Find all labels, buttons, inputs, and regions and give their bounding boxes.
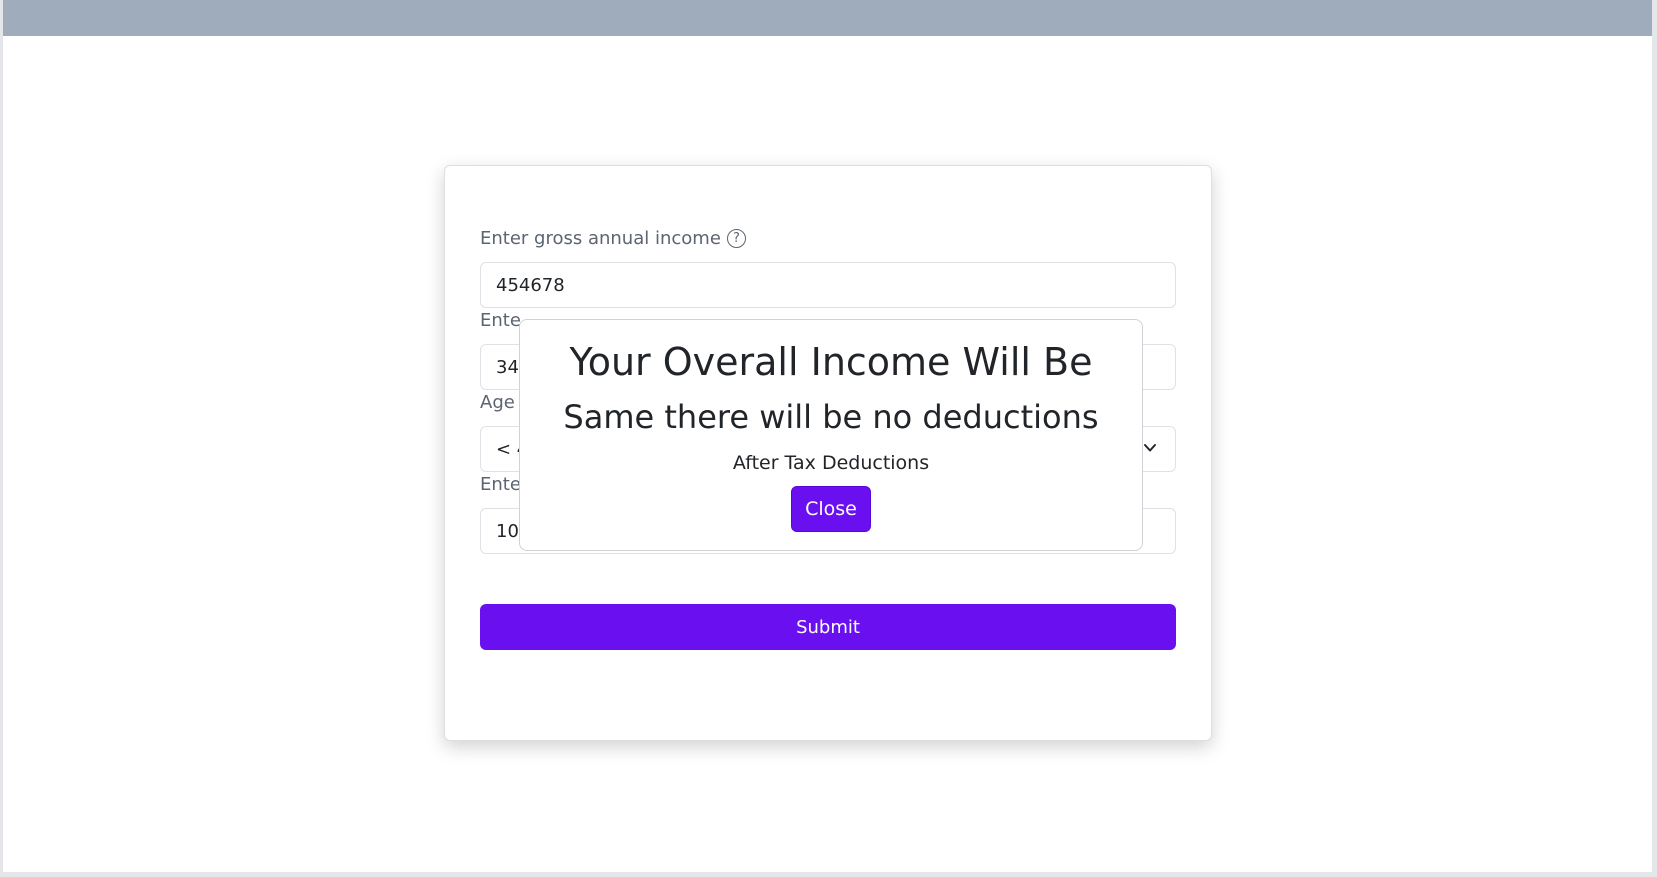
field2-label-text: Ente <box>480 310 521 331</box>
submit-button[interactable]: Submit <box>480 604 1176 650</box>
field2-label: Ente <box>480 310 521 331</box>
income-label: Enter gross annual income ? <box>480 228 746 249</box>
field4-label-text: Ente <box>480 474 521 495</box>
age-label: Age <box>480 392 515 413</box>
modal-title: Your Overall Income Will Be <box>569 340 1093 384</box>
chevron-down-icon <box>1144 444 1156 452</box>
page-viewport: Enter gross annual income ? 454678 Ente … <box>3 0 1652 872</box>
age-label-text: Age <box>480 392 515 413</box>
income-input-value: 454678 <box>496 274 565 296</box>
modal-subtitle: Same there will be no deductions <box>563 398 1099 436</box>
income-label-text: Enter gross annual income <box>480 228 721 249</box>
field2-input-value: 34 <box>496 356 519 378</box>
help-icon[interactable]: ? <box>726 229 746 248</box>
income-input[interactable]: 454678 <box>480 262 1176 308</box>
modal-caption: After Tax Deductions <box>732 452 930 474</box>
field4-label: Ente <box>480 474 521 495</box>
close-button[interactable]: Close <box>791 486 871 532</box>
top-bar <box>3 0 1652 36</box>
result-modal: Your Overall Income Will Be Same there w… <box>519 319 1143 551</box>
